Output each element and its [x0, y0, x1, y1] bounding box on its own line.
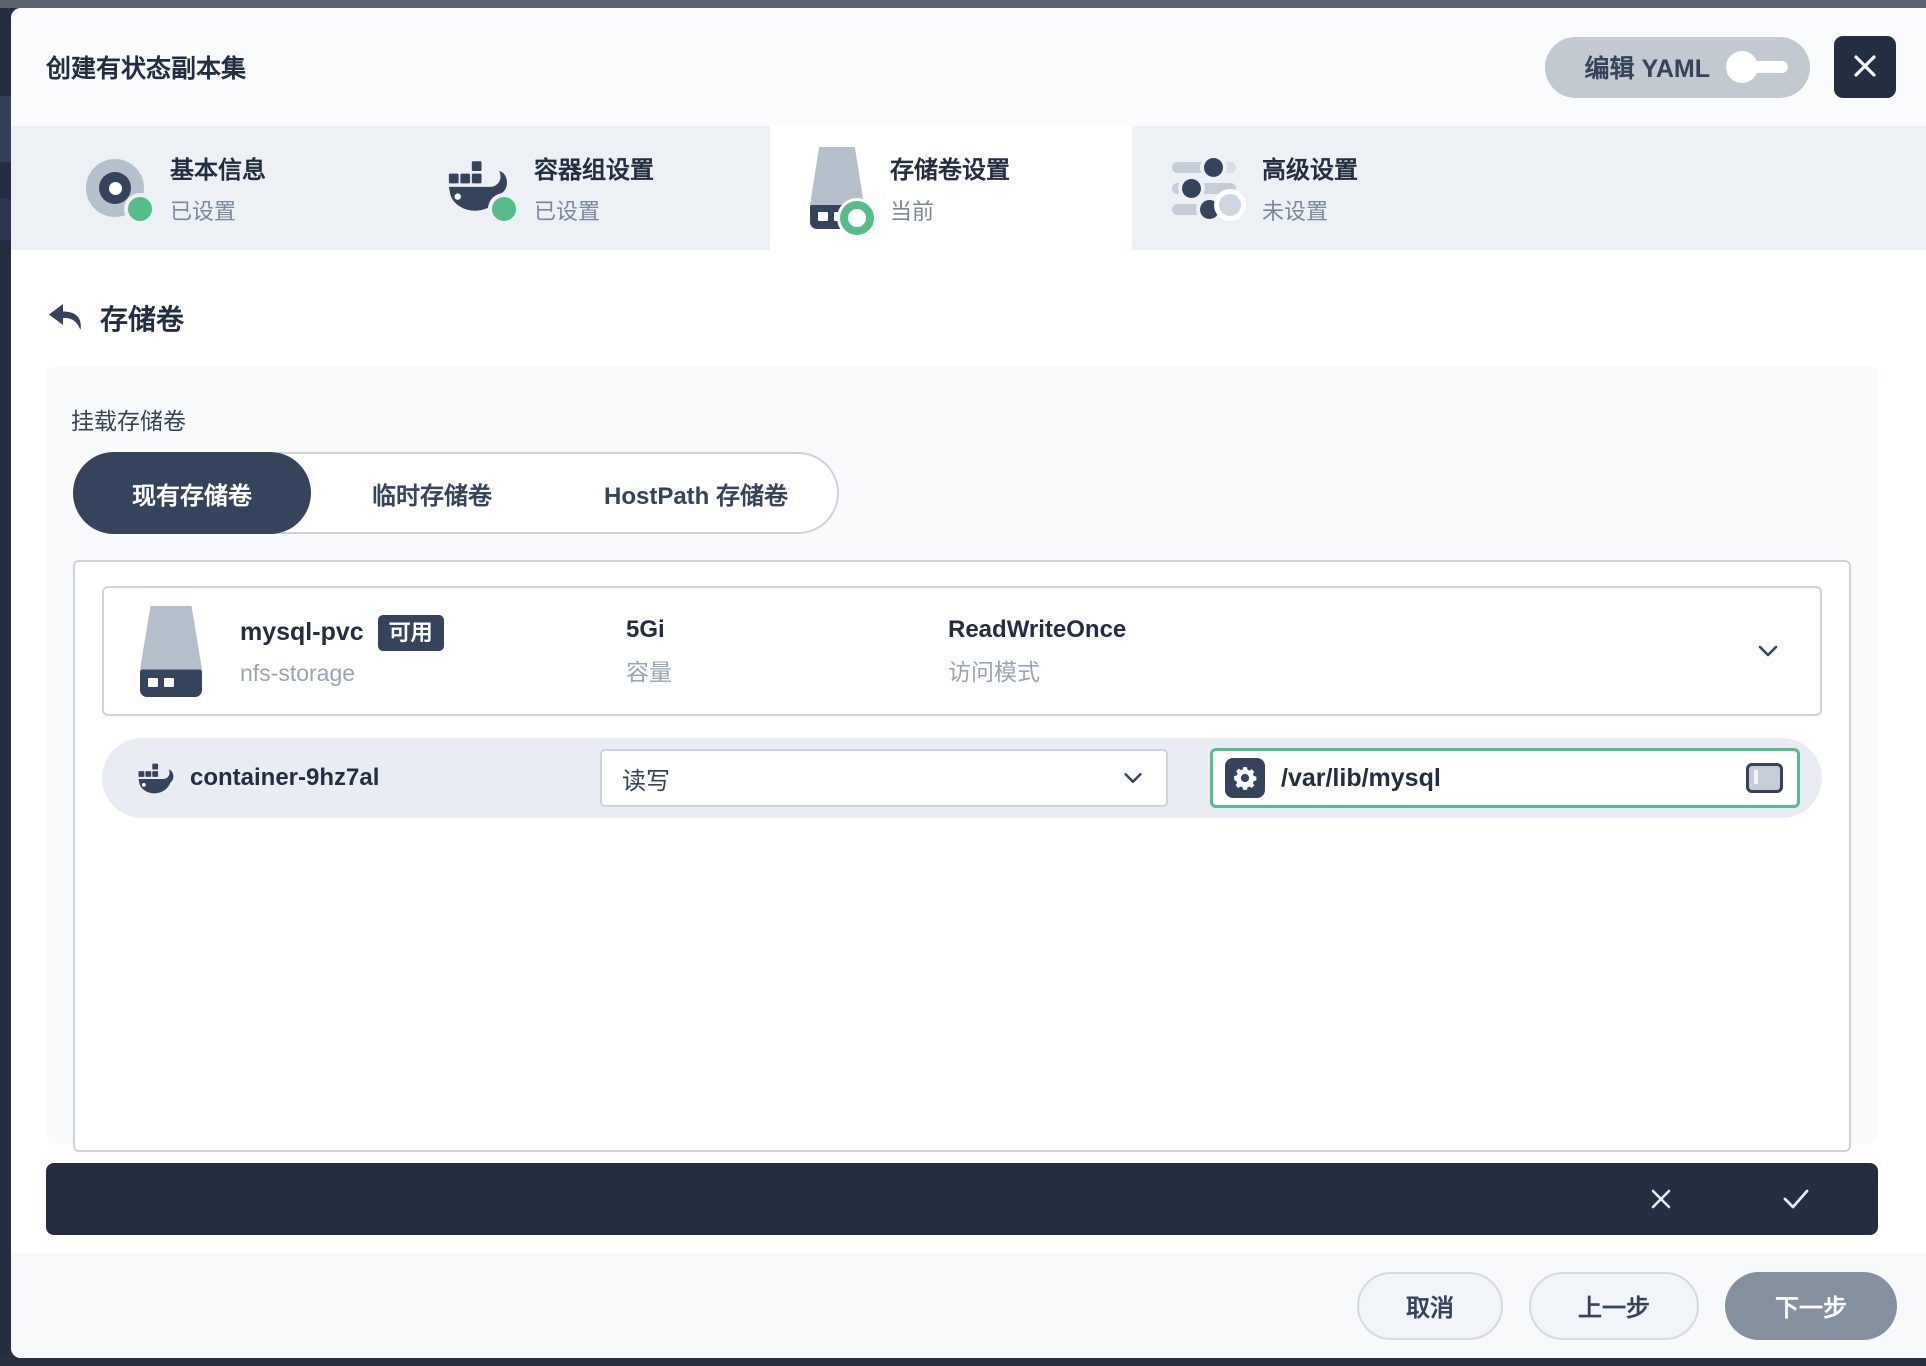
- chevron-down-icon[interactable]: [1754, 637, 1782, 665]
- pvc-capacity-label: 容量: [626, 653, 948, 687]
- dialog-title: 创建有状态副本集: [46, 49, 246, 85]
- tab-basic-info[interactable]: 基本信息 已设置: [46, 126, 408, 250]
- step-label: 基本信息: [170, 150, 266, 185]
- step-tabbar: 基本信息 已设置: [11, 126, 1926, 250]
- mount-section-label: 挂载存储卷: [71, 402, 1851, 436]
- dialog-content: 存储卷 挂载存储卷 现有存储卷 临时存储卷 HostPath 存储卷: [11, 250, 1926, 1235]
- textbox-icon: [1746, 763, 1783, 793]
- volume-type-segmented-control: 现有存储卷 临时存储卷 HostPath 存储卷: [73, 452, 839, 534]
- tab-existing-volume[interactable]: 现有存储卷: [73, 452, 311, 534]
- step-done-dot: [492, 197, 516, 221]
- cancel-button[interactable]: 取消: [1357, 1272, 1503, 1340]
- dialog-footer: 取消 上一步 下一步: [11, 1253, 1926, 1358]
- docker-icon: [138, 763, 174, 794]
- edit-yaml-toggle[interactable]: 编辑 YAML: [1545, 37, 1810, 98]
- volumes-heading: 存储卷: [100, 298, 184, 338]
- pvc-access-mode-label: 访问模式: [948, 653, 1754, 687]
- pvc-access-mode-value: ReadWriteOnce: [948, 616, 1754, 644]
- tab-pod-settings[interactable]: 容器组设置 已设置: [408, 126, 770, 250]
- existing-volume-panel: mysql-pvc 可用 nfs-storage 5Gi 容量 ReadWrit…: [73, 560, 1851, 1152]
- pvc-name: mysql-pvc: [240, 618, 364, 647]
- access-mode-selected: 读写: [622, 761, 670, 796]
- tab-advanced-settings[interactable]: 高级设置 未设置: [1132, 126, 1494, 250]
- previous-step-button[interactable]: 上一步: [1529, 1272, 1699, 1340]
- step-status: 已设置: [534, 194, 654, 226]
- step-status: 未设置: [1262, 194, 1358, 226]
- backdrop-top-strip: [0, 0, 1926, 8]
- backdrop-fragment: [0, 96, 11, 162]
- step-label: 容器组设置: [534, 150, 654, 185]
- edit-yaml-label: 编辑 YAML: [1585, 49, 1710, 85]
- header-actions: 编辑 YAML: [1545, 36, 1896, 98]
- volumes-section-header: 存储卷: [46, 298, 1902, 338]
- next-step-button[interactable]: 下一步: [1725, 1272, 1897, 1340]
- step-status: 已设置: [170, 194, 266, 226]
- mount-path-input[interactable]: [1281, 764, 1730, 793]
- pvc-card[interactable]: mysql-pvc 可用 nfs-storage 5Gi 容量 ReadWrit…: [102, 586, 1822, 716]
- toggle-switch-icon[interactable]: [1726, 51, 1788, 83]
- tab-hostpath-volume[interactable]: HostPath 存储卷: [555, 454, 837, 532]
- container-mount-row: container-9hz7al 读写: [102, 738, 1822, 818]
- volume-review-bar: [46, 1163, 1878, 1235]
- mount-volume-panel: 挂载存储卷 现有存储卷 临时存储卷 HostPath 存储卷 m: [46, 366, 1878, 1144]
- pvc-capacity-value: 5Gi: [626, 616, 948, 644]
- step-status: 当前: [890, 194, 1010, 226]
- pvc-status-badge: 可用: [378, 615, 444, 651]
- pvc-storage-class: nfs-storage: [240, 660, 444, 687]
- confirm-volume-icon[interactable]: [1780, 1184, 1812, 1214]
- cancel-volume-icon[interactable]: [1646, 1184, 1676, 1214]
- backdrop-bottom-strip: [0, 1358, 1926, 1366]
- gear-icon: [1225, 758, 1265, 798]
- step-label: 高级设置: [1262, 150, 1358, 185]
- back-arrow-icon[interactable]: [46, 302, 82, 334]
- storage-icon: [140, 606, 202, 697]
- access-mode-select[interactable]: 读写: [600, 749, 1168, 807]
- tab-temporary-volume[interactable]: 临时存储卷: [309, 454, 555, 532]
- backdrop-fragment: [0, 198, 11, 240]
- step-done-dot: [128, 197, 152, 221]
- step-current-ring: [840, 201, 874, 235]
- step-pending-ring: [1214, 189, 1246, 221]
- dialog-header: 创建有状态副本集 编辑 YAML: [11, 8, 1926, 126]
- close-icon: [1850, 51, 1880, 84]
- create-statefulset-dialog: 创建有状态副本集 编辑 YAML 基本信息: [11, 8, 1926, 1358]
- close-button[interactable]: [1834, 36, 1896, 98]
- step-label: 存储卷设置: [890, 150, 1010, 185]
- tab-storage-settings[interactable]: 存储卷设置 当前: [770, 126, 1132, 250]
- mount-path-field: [1210, 748, 1800, 808]
- container-name: container-9hz7al: [190, 764, 379, 792]
- chevron-down-icon: [1120, 765, 1146, 791]
